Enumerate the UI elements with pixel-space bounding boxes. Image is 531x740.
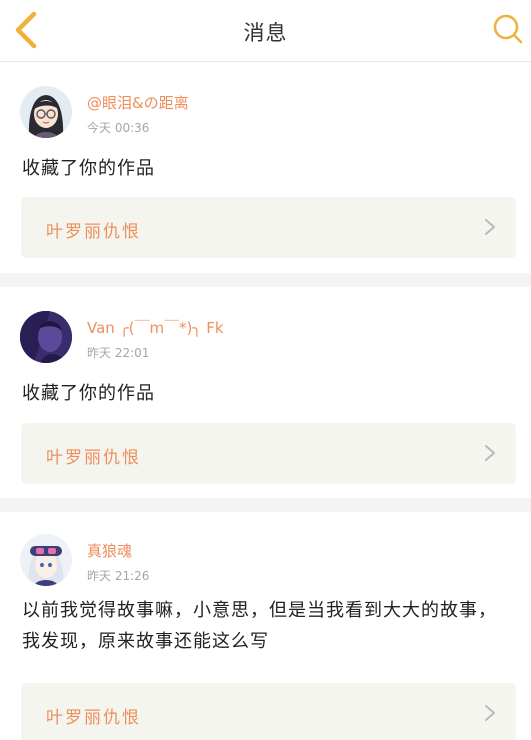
avatar-image bbox=[20, 311, 72, 363]
notification-item: 真狼魂 昨天 21:26 以前我觉得故事嘛，小意思，但是当我看到大大的故事，我发… bbox=[0, 512, 531, 740]
search-icon bbox=[493, 14, 523, 44]
timestamp: 昨天 22:01 bbox=[87, 346, 150, 360]
message-text: 以前我觉得故事嘛，小意思，但是当我看到大大的故事，我发现，原来故事还能这么写 bbox=[22, 600, 497, 652]
work-link[interactable]: 叶罗丽仇恨 bbox=[21, 683, 516, 740]
message-text: 收藏了你的作品 bbox=[22, 158, 155, 179]
username[interactable]: 真狼魂 bbox=[87, 540, 132, 561]
avatar[interactable] bbox=[20, 311, 72, 363]
search-button[interactable] bbox=[491, 12, 525, 46]
notification-list: @眼泪&の距离 今天 00:36 收藏了你的作品 叶罗丽仇恨 Van ╭(￣m￣… bbox=[0, 62, 531, 740]
chevron-right-icon bbox=[485, 705, 495, 721]
chevron-right-icon bbox=[485, 445, 495, 461]
divider bbox=[0, 273, 531, 287]
notification-item: @眼泪&の距离 今天 00:36 收藏了你的作品 叶罗丽仇恨 bbox=[0, 62, 531, 273]
work-link[interactable]: 叶罗丽仇恨 bbox=[21, 423, 516, 484]
username[interactable]: @眼泪&の距离 bbox=[87, 92, 189, 113]
work-title: 叶罗丽仇恨 bbox=[46, 448, 141, 468]
avatar-image bbox=[20, 534, 72, 586]
chevron-right-icon bbox=[485, 219, 495, 235]
avatar[interactable] bbox=[20, 534, 72, 586]
divider bbox=[0, 498, 531, 512]
notification-item: Van ╭(￣m￣*)╮ Fk 昨天 22:01 收藏了你的作品 叶罗丽仇恨 bbox=[0, 287, 531, 498]
avatar-image bbox=[20, 86, 72, 138]
work-link[interactable]: 叶罗丽仇恨 bbox=[21, 197, 516, 258]
username[interactable]: Van ╭(￣m￣*)╮ Fk bbox=[87, 317, 224, 338]
top-bar: 消息 bbox=[0, 0, 531, 62]
timestamp: 昨天 21:26 bbox=[87, 569, 150, 583]
page-title: 消息 bbox=[243, 21, 288, 45]
work-title: 叶罗丽仇恨 bbox=[46, 222, 141, 242]
message-text: 收藏了你的作品 bbox=[22, 383, 155, 404]
avatar[interactable] bbox=[20, 86, 72, 138]
timestamp: 今天 00:36 bbox=[87, 121, 150, 135]
work-title: 叶罗丽仇恨 bbox=[46, 708, 141, 728]
